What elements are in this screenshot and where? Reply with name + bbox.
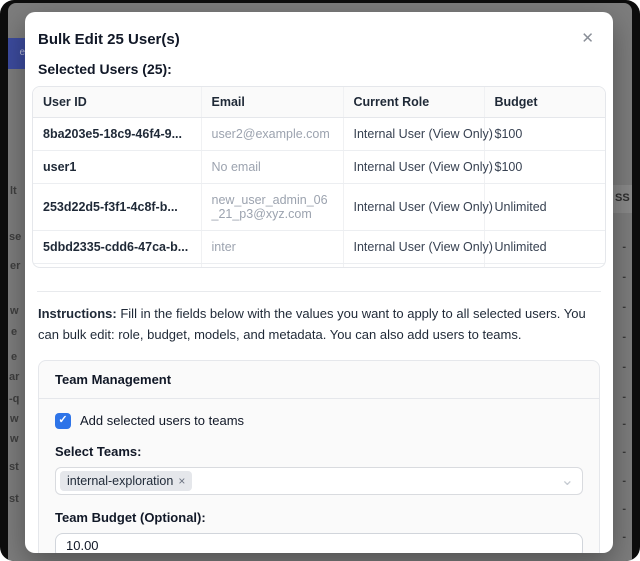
window-frame: e lt se er w e e ar -q w w st st SS - - …	[0, 0, 640, 561]
background-text-fragment: -q	[9, 393, 19, 405]
background-table-cell: -	[622, 503, 626, 515]
instructions-text: Instructions: Fill in the fields below w…	[38, 304, 600, 346]
user-id-cell: user1	[33, 151, 201, 184]
background-text-fragment: ar	[9, 371, 19, 383]
selected-users-label: Selected Users (25):	[38, 61, 600, 77]
role-cell: Internal User (View Only)	[343, 231, 484, 264]
background-text-fragment: st	[9, 461, 19, 473]
remove-tag-icon[interactable]: ×	[178, 474, 185, 488]
modal-title: Bulk Edit 25 User(s)	[38, 25, 180, 48]
background-text-fragment: e	[11, 326, 17, 338]
budget-cell: $100	[484, 151, 606, 184]
email-cell: No email	[201, 151, 343, 184]
bulk-edit-modal: Bulk Edit 25 User(s) ✕ Selected Users (2…	[25, 12, 613, 553]
table-row: internal-user-ui-qa-06-28-	[33, 264, 606, 269]
email-cell: user2@example.com	[201, 118, 343, 151]
table-row: 8ba203e5-18c9-46f4-9... user2@example.co…	[33, 118, 606, 151]
col-header-budget: Budget	[484, 87, 606, 118]
background-table-cell: -	[622, 301, 626, 313]
email-cell: internal-user-ui-qa-06-28-	[201, 264, 343, 269]
checkbox-label: Add selected users to teams	[80, 413, 244, 428]
user-id-cell	[33, 264, 201, 269]
col-header-current-role: Current Role	[343, 87, 484, 118]
col-header-email: Email	[201, 87, 343, 118]
selected-users-table[interactable]: User ID Email Current Role Budget 8ba203…	[32, 86, 606, 268]
email-cell: new_user_admin_06_21_p3@xyz.com	[201, 184, 343, 231]
budget-cell	[484, 264, 606, 269]
budget-cell: Unlimited	[484, 231, 606, 264]
team-management-card: Team Management ✓ Add selected users to …	[38, 360, 600, 553]
close-icon[interactable]: ✕	[575, 29, 600, 48]
email-cell: inter	[201, 231, 343, 264]
background-text-fragment: w	[10, 413, 19, 425]
checkbox-checked[interactable]: ✓	[55, 413, 71, 429]
section-divider	[37, 291, 601, 292]
table-row: user1 No email Internal User (View Only)…	[33, 151, 606, 184]
add-users-to-teams-checkbox-row[interactable]: ✓ Add selected users to teams	[55, 413, 583, 429]
team-budget-label: Team Budget (Optional):	[55, 510, 583, 525]
background-table-cell: -	[622, 361, 626, 373]
user-id-cell: 8ba203e5-18c9-46f4-9...	[33, 118, 201, 151]
check-icon: ✓	[58, 415, 67, 426]
select-teams-input[interactable]: internal-exploration × ⌄	[55, 467, 583, 495]
table-row: 5dbd2335-cdd6-47ca-b... inter Internal U…	[33, 231, 606, 264]
background-table-cell: -	[622, 446, 626, 458]
team-tag: internal-exploration ×	[60, 471, 192, 491]
budget-cell: Unlimited	[484, 184, 606, 231]
background-text-fragment: lt	[10, 185, 17, 197]
background-text-fragment: er	[10, 260, 20, 272]
chevron-down-icon[interactable]: ⌄	[561, 470, 574, 490]
background-text-fragment: w	[10, 433, 19, 445]
background-table-cell: -	[622, 331, 626, 343]
background-text-fragment: w	[10, 305, 19, 317]
role-cell: Internal User (View Only)	[343, 184, 484, 231]
role-cell: Internal User (View Only)	[343, 151, 484, 184]
user-id-cell: 253d22d5-f3f1-4c8f-b...	[33, 184, 201, 231]
background-text-fragment: st	[9, 493, 19, 505]
table-row: 253d22d5-f3f1-4c8f-b... new_user_admin_0…	[33, 184, 606, 231]
team-budget-input[interactable]	[55, 533, 583, 553]
user-id-cell: 5dbd2335-cdd6-47ca-b...	[33, 231, 201, 264]
role-cell: Internal User (View Only)	[343, 118, 484, 151]
table-header-row: User ID Email Current Role Budget	[33, 87, 606, 118]
role-cell	[343, 264, 484, 269]
team-management-title: Team Management	[39, 361, 599, 399]
background-table-cell: -	[622, 475, 626, 487]
budget-cell: $100	[484, 118, 606, 151]
background-table-cell: -	[622, 391, 626, 403]
instructions-body: Fill in the fields below with the values…	[38, 306, 586, 342]
background-text-fragment: e	[11, 351, 17, 363]
background-table-header: SS	[610, 185, 632, 213]
background-table-cell: -	[622, 531, 626, 543]
col-header-user-id: User ID	[33, 87, 201, 118]
background-table-cell: -	[622, 241, 626, 253]
instructions-label: Instructions:	[38, 306, 117, 321]
select-teams-label: Select Teams:	[55, 444, 583, 459]
background-text-fragment: se	[9, 231, 21, 243]
background-table-cell: -	[622, 418, 626, 430]
team-tag-label: internal-exploration	[67, 474, 173, 488]
background-table-cell: -	[622, 271, 626, 283]
